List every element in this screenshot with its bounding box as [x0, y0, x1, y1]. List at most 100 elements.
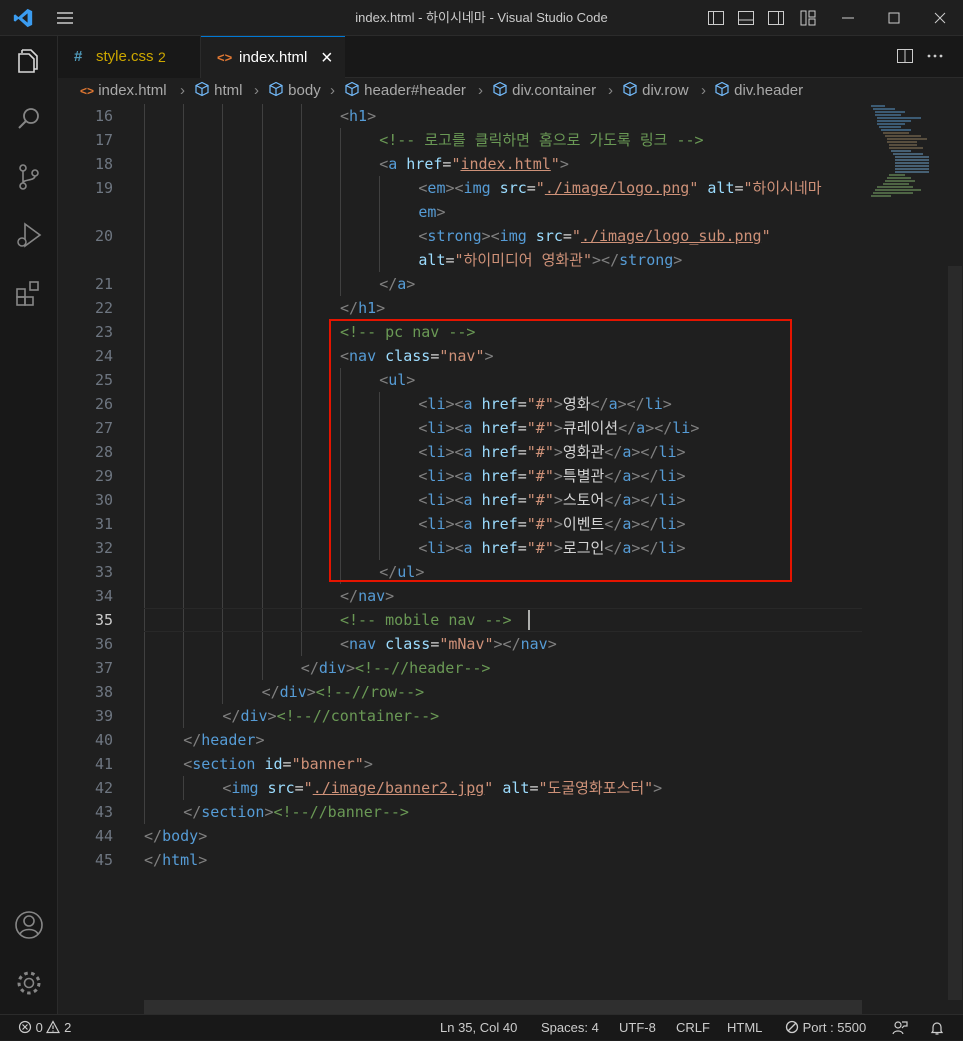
encoding[interactable]: UTF-8: [619, 1015, 656, 1041]
indent-guide: [261, 536, 263, 560]
code-token: ./image/logo.png: [544, 179, 690, 197]
indent-guide: [183, 704, 185, 728]
close-window-icon[interactable]: [930, 8, 950, 28]
explorer-icon[interactable]: [12, 44, 46, 78]
breadcrumb-item[interactable]: div.container: [492, 78, 596, 104]
code-token: >: [547, 635, 557, 653]
code-line: <!-- 로고를 클릭하면 홈으로 가도록 링크 -->: [379, 128, 703, 152]
warning-count: 2: [64, 1020, 72, 1035]
code-editor[interactable]: 16 <h1> 17 <!-- 로고를 클릭하면 홈으로 가도록 링크 --> 18 <a…: [58, 104, 963, 1014]
indent-guide: [300, 584, 302, 608]
code-line: </div><!--//header-->: [301, 656, 491, 680]
indent-guide: [300, 344, 302, 368]
line-number: 16: [94, 107, 113, 125]
search-icon[interactable]: [12, 102, 46, 136]
split-editor-icon[interactable]: [895, 46, 915, 66]
cursor-position[interactable]: Ln 35, Col 40: [440, 1015, 517, 1041]
code-token: href: [406, 155, 443, 173]
code-line: em>: [418, 200, 445, 224]
element-cube-icon: [269, 81, 283, 97]
breadcrumb-label: div.header: [734, 82, 804, 99]
line-number: 17: [94, 131, 113, 149]
breadcrumb-item[interactable]: header#header: [344, 78, 466, 104]
tab-index-html[interactable]: <> index.html ×: [201, 36, 345, 78]
code-token: img: [499, 227, 527, 245]
element-cube-icon: [715, 81, 729, 97]
horizontal-scrollbar[interactable]: [144, 1000, 862, 1014]
indent-guide: [144, 632, 145, 656]
code-token: =: [430, 635, 440, 653]
code-token: a: [397, 275, 407, 293]
live-server-port[interactable]: Port : 5500: [785, 1015, 866, 1041]
toggle-panel-icon[interactable]: [736, 8, 756, 28]
feedback-icon[interactable]: [892, 1020, 908, 1036]
breadcrumb-label: index.html: [98, 82, 167, 99]
indent-guide: [144, 416, 145, 440]
code-line: <section id="banner">: [183, 752, 373, 776]
source-control-icon[interactable]: [12, 160, 46, 194]
toggle-primary-sidebar-icon[interactable]: [706, 8, 726, 28]
accounts-icon[interactable]: [12, 908, 46, 942]
line-number: 18: [94, 155, 113, 173]
code-token: <!--//banner-->: [273, 803, 409, 821]
minimap[interactable]: [865, 104, 955, 1000]
port-label: Port : 5500: [802, 1020, 867, 1035]
indent-guide: [222, 488, 224, 512]
indent-guide: [183, 656, 185, 680]
code-token: div: [240, 707, 268, 725]
close-tab-icon[interactable]: ×: [321, 37, 333, 79]
language-mode[interactable]: HTML: [727, 1015, 762, 1041]
line-number: 25: [94, 371, 113, 389]
more-actions-icon[interactable]: [925, 46, 945, 66]
line-number: 33: [94, 563, 113, 581]
indent-guide: [183, 680, 185, 704]
indent-guide: [300, 128, 302, 152]
indent-guide: [183, 128, 185, 152]
vertical-scrollbar[interactable]: [948, 266, 962, 1000]
notifications-bell-icon[interactable]: [929, 1020, 945, 1036]
indent-guide: [183, 464, 185, 488]
end-of-line[interactable]: CRLF: [676, 1015, 710, 1041]
element-cube-icon: [345, 81, 359, 97]
breadcrumb-item[interactable]: div.row: [622, 78, 689, 104]
breadcrumb-item[interactable]: div.header: [714, 78, 803, 104]
tab-label: index.html: [239, 49, 308, 66]
minimize-icon[interactable]: [838, 8, 858, 28]
code-token: =: [734, 179, 744, 197]
indentation-setting[interactable]: Spaces: 4: [541, 1015, 599, 1041]
tab-label: style.css: [96, 48, 154, 65]
code-token: div: [318, 659, 346, 677]
breadcrumb-item[interactable]: html: [194, 78, 243, 104]
indent-guide: [261, 248, 263, 272]
line-number: 42: [94, 779, 113, 797]
problems-indicator[interactable]: 0 2: [18, 1015, 71, 1041]
indent-guide: [261, 464, 263, 488]
maximize-icon[interactable]: [884, 8, 904, 28]
code-token: "mNav": [439, 635, 494, 653]
code-token: >: [559, 155, 569, 173]
breadcrumb-item[interactable]: body: [268, 78, 321, 104]
customize-layout-icon[interactable]: [798, 8, 818, 28]
code-token: index.html: [460, 155, 551, 173]
breadcrumb-label: html: [214, 82, 243, 99]
indent-guide: [183, 776, 185, 800]
run-debug-icon[interactable]: [12, 218, 46, 252]
indent-guide: [340, 152, 341, 176]
tab-style-css[interactable]: # style.css 2: [58, 36, 201, 78]
extensions-icon[interactable]: [12, 276, 46, 310]
code-token: body: [162, 827, 199, 845]
line-number: 30: [94, 491, 113, 509]
code-line: <nav class="mNav"></nav>: [340, 632, 557, 656]
line-number: 28: [94, 443, 113, 461]
code-line: </h1>: [340, 296, 385, 320]
indent-guide: [222, 584, 224, 608]
element-cube-icon: [195, 81, 209, 97]
manage-gear-icon[interactable]: [12, 966, 46, 1000]
indent-guide: [300, 104, 302, 128]
toggle-secondary-sidebar-icon[interactable]: [766, 8, 786, 28]
breadcrumb-item[interactable]: <> index.html: [80, 78, 167, 104]
code-token: </: [144, 851, 163, 869]
indent-guide: [222, 128, 224, 152]
indent-guide: [222, 536, 224, 560]
